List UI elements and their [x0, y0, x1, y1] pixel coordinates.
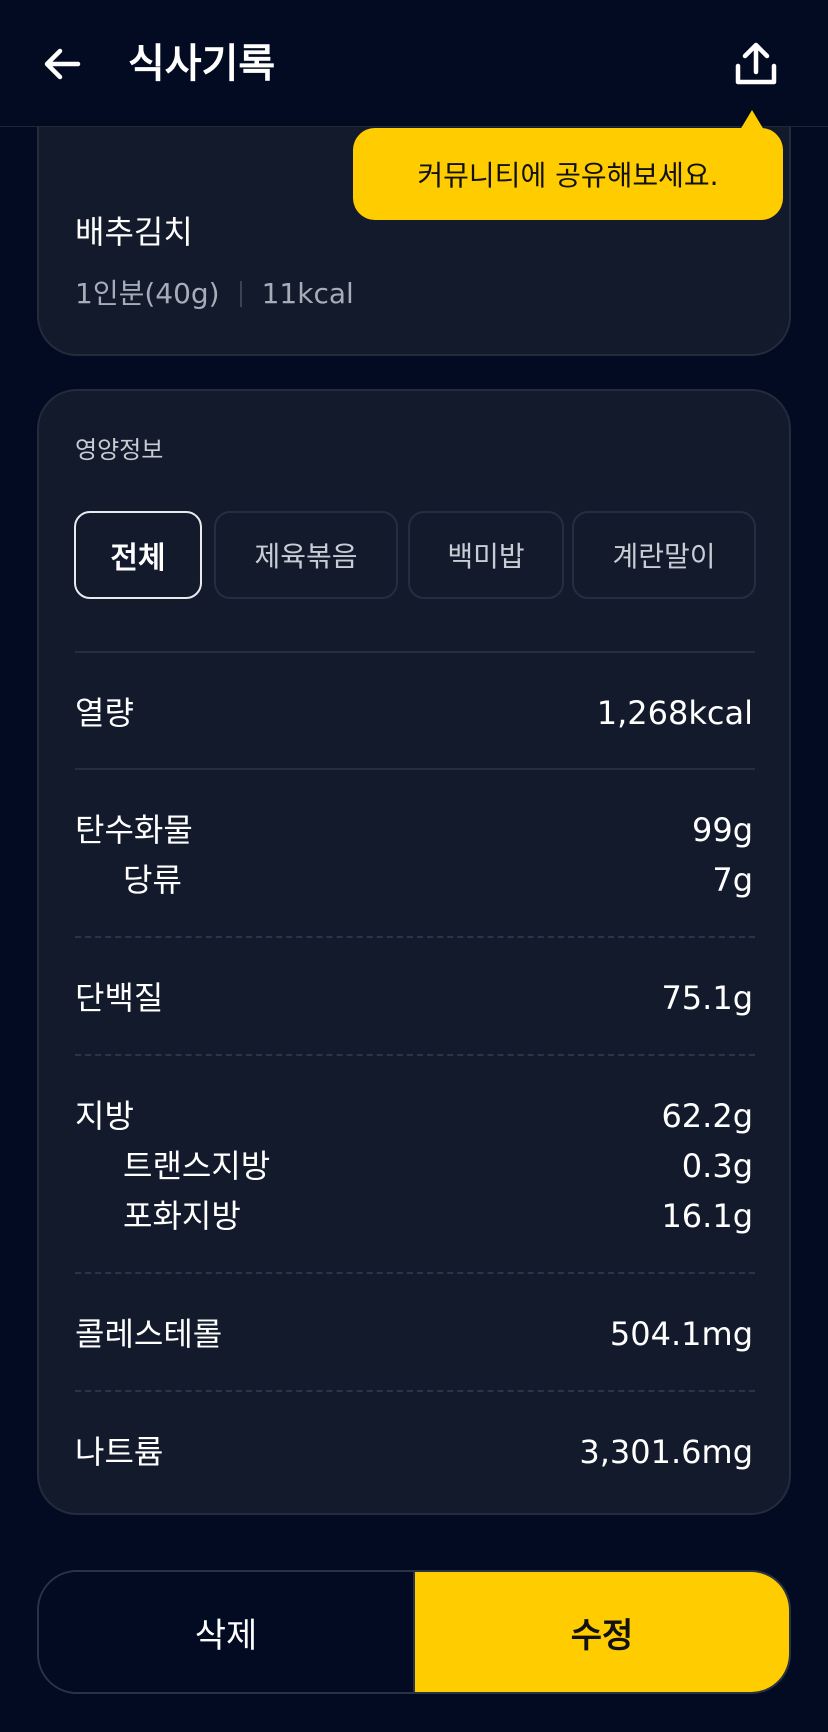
tab-jeyuk-bokkeum[interactable]: 제육볶음: [214, 511, 398, 599]
divider: [75, 768, 755, 770]
cholesterol-value: 504.1mg: [609, 1315, 753, 1353]
protein-value: 75.1g: [661, 979, 753, 1017]
saturated-fat-value: 16.1g: [661, 1197, 753, 1235]
action-buttons: 삭제 수정: [37, 1570, 791, 1694]
trans-fat-value: 0.3g: [681, 1147, 753, 1185]
app-header: 식사기록: [0, 0, 828, 127]
back-button[interactable]: [30, 32, 94, 96]
edit-button[interactable]: 수정: [415, 1572, 789, 1692]
protein-label: 단백질: [75, 979, 164, 1017]
food-calories: 11kcal: [261, 277, 354, 310]
share-tooltip[interactable]: 커뮤니티에 공유해보세요.: [353, 128, 783, 220]
carbohydrate-value: 99g: [691, 811, 753, 849]
tab-rolled-omelette[interactable]: 계란말이: [572, 511, 756, 599]
calories-value: 1,268kcal: [596, 694, 753, 732]
dashed-divider: [75, 936, 755, 938]
fat-value: 62.2g: [661, 1097, 753, 1135]
dashed-divider: [75, 1054, 755, 1056]
sugar-label: 당류: [123, 861, 182, 899]
cholesterol-label: 콜레스테롤: [75, 1315, 223, 1353]
tab-white-rice[interactable]: 백미밥: [408, 511, 564, 599]
share-upload-icon: [735, 42, 777, 85]
food-serving: 1인분(40g): [75, 277, 220, 310]
dashed-divider: [75, 1272, 755, 1274]
nutrition-card: 영양정보 전체 제육볶음 백미밥 계란말이 열량 1,268kcal 탄수화물 …: [37, 389, 791, 1515]
fat-label: 지방: [75, 1097, 134, 1135]
meal-record-screen: 식사기록 커뮤니티에 공유해보세요. 배추김치 1인분(40g) 11kcal …: [0, 0, 828, 1732]
tooltip-arrow: [740, 110, 764, 130]
divider: [75, 651, 755, 653]
sodium-label: 나트륨: [75, 1433, 164, 1471]
food-meta: 1인분(40g) 11kcal: [75, 274, 354, 314]
trans-fat-label: 트랜스지방: [123, 1147, 271, 1185]
food-name: 배추김치: [75, 213, 193, 251]
dashed-divider: [75, 1390, 755, 1392]
delete-button[interactable]: 삭제: [39, 1572, 415, 1692]
nutrition-title: 영양정보: [75, 436, 164, 464]
calories-label: 열량: [75, 694, 134, 732]
arrow-left-icon: [44, 48, 81, 80]
tab-all[interactable]: 전체: [74, 511, 202, 599]
carbohydrate-label: 탄수화물: [75, 811, 193, 849]
saturated-fat-label: 포화지방: [123, 1197, 241, 1235]
sugar-value: 7g: [712, 861, 753, 899]
page-title: 식사기록: [128, 41, 276, 87]
sodium-value: 3,301.6mg: [579, 1433, 753, 1471]
share-button[interactable]: [724, 32, 788, 96]
meta-separator: [239, 281, 242, 307]
